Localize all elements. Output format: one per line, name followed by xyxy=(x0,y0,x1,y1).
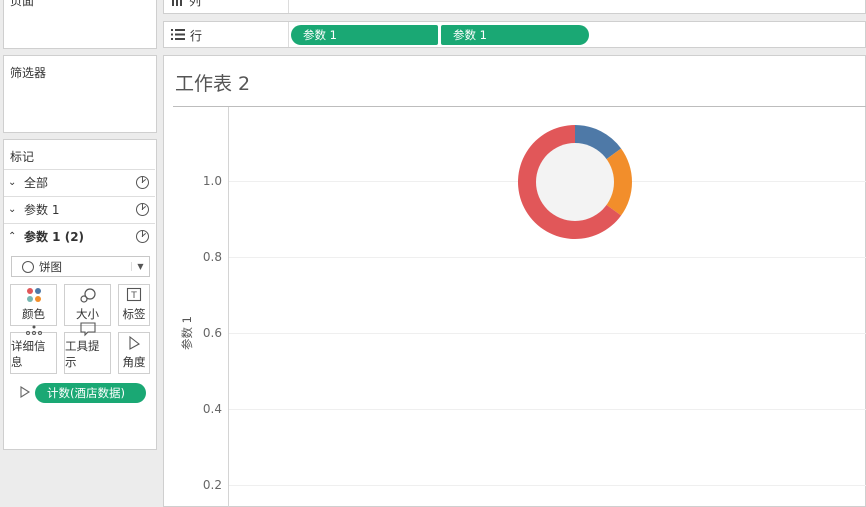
row-pill-2[interactable]: 参数 1 xyxy=(441,25,589,45)
pie-icon xyxy=(136,203,149,216)
marks-row-all[interactable]: ⌄ 全部 xyxy=(4,169,155,195)
marks-row-label: 参数 1 (2) xyxy=(24,230,85,244)
marks-row-label: 全部 xyxy=(24,176,49,190)
size-button[interactable]: 大小 xyxy=(64,284,111,326)
detail-icon xyxy=(25,323,43,337)
y-tick-label: 0.8 xyxy=(202,250,222,264)
chevron-down-icon[interactable]: ▼ xyxy=(131,262,149,271)
sheet-area xyxy=(163,55,866,507)
y-tick-label: 0.4 xyxy=(202,402,222,416)
sheet-title: 工作表 2 xyxy=(175,73,251,95)
color-button[interactable]: 颜色 xyxy=(10,284,57,326)
y-tick-label: 0.2 xyxy=(202,478,222,492)
label-button[interactable]: T 标签 xyxy=(118,284,150,326)
marks-row-label: 参数 1 xyxy=(24,203,60,217)
pages-label: 页面 xyxy=(10,0,35,8)
marks-title: 标记 xyxy=(10,150,35,164)
tile-label: 详细信息 xyxy=(11,339,46,369)
y-tick-label: 1.0 xyxy=(202,174,222,188)
pie-icon xyxy=(136,176,149,189)
gridline xyxy=(229,485,866,486)
row-pill-1[interactable]: 参数 1 xyxy=(291,25,438,45)
color-icon xyxy=(25,285,43,305)
tile-label: 标签 xyxy=(122,307,146,321)
tile-label: 大小 xyxy=(76,307,99,321)
gridline xyxy=(229,257,866,258)
mark-type-dropdown[interactable]: 饼图 ▼ xyxy=(11,256,150,277)
row-pill-label: 参数 1 xyxy=(303,28,337,42)
chevron-up-icon: ⌃ xyxy=(8,231,17,242)
donut-hole xyxy=(536,143,614,221)
chevron-down-icon: ⌄ xyxy=(8,177,17,188)
marks-row-param1[interactable]: ⌄ 参数 1 xyxy=(4,196,155,222)
y-axis-title: 参数 1 xyxy=(180,316,194,350)
angle-field-label: 计数(酒店数据) xyxy=(47,386,125,400)
tile-label: 工具提示 xyxy=(65,339,100,369)
tooltip-icon xyxy=(79,321,97,337)
filters-panel[interactable]: 筛选器 xyxy=(3,55,157,133)
angle-icon xyxy=(127,333,141,353)
donut-chart[interactable] xyxy=(518,124,633,239)
filters-label: 筛选器 xyxy=(10,66,47,80)
detail-button[interactable]: 详细信息 xyxy=(10,325,57,374)
angle-icon xyxy=(19,385,31,402)
pie-icon xyxy=(136,230,149,243)
tile-label: 角度 xyxy=(122,355,146,369)
rows-icon xyxy=(171,29,185,43)
svg-text:T: T xyxy=(130,291,137,301)
y-axis-line xyxy=(228,107,229,507)
pages-panel: 页面 xyxy=(3,0,157,49)
columns-label: 列 xyxy=(189,0,202,8)
columns-shelf[interactable]: 列 xyxy=(163,0,866,14)
tile-label: 颜色 xyxy=(22,307,45,321)
chevron-down-icon: ⌄ xyxy=(8,204,17,215)
gridline xyxy=(229,333,866,334)
columns-icon xyxy=(171,0,183,10)
angle-field-pill[interactable]: 计数(酒店数据) xyxy=(35,383,146,403)
gridline xyxy=(229,409,866,410)
pie-icon xyxy=(22,260,34,273)
mark-type-label: 饼图 xyxy=(39,259,62,274)
rows-shelf-label: 行 xyxy=(164,22,289,47)
columns-shelf-label: 列 xyxy=(164,0,289,13)
rows-label: 行 xyxy=(190,29,203,43)
size-icon xyxy=(79,285,97,305)
tooltip-button[interactable]: 工具提示 xyxy=(64,322,111,374)
title-divider xyxy=(173,106,866,107)
angle-button[interactable]: 角度 xyxy=(118,332,150,374)
marks-row-param1-2[interactable]: ⌃ 参数 1 (2) xyxy=(4,223,155,249)
row-pill-label: 参数 1 xyxy=(453,28,487,42)
text-icon: T xyxy=(126,285,142,305)
